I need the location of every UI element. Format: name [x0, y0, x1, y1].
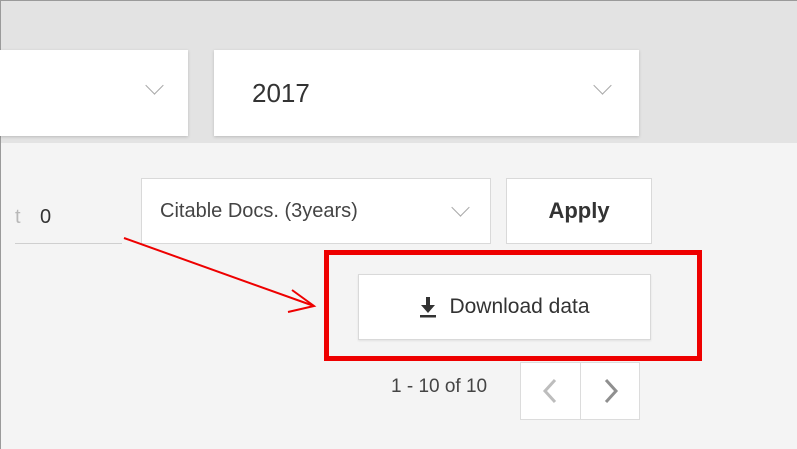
pagination-range: 1 - 10 of 10: [391, 376, 488, 397]
chevron-right-icon: [604, 378, 619, 404]
previous-page-button[interactable]: [521, 363, 580, 419]
next-page-button[interactable]: [581, 363, 640, 419]
chevron-left-icon: [542, 378, 557, 404]
pagination-controls: [520, 362, 640, 420]
